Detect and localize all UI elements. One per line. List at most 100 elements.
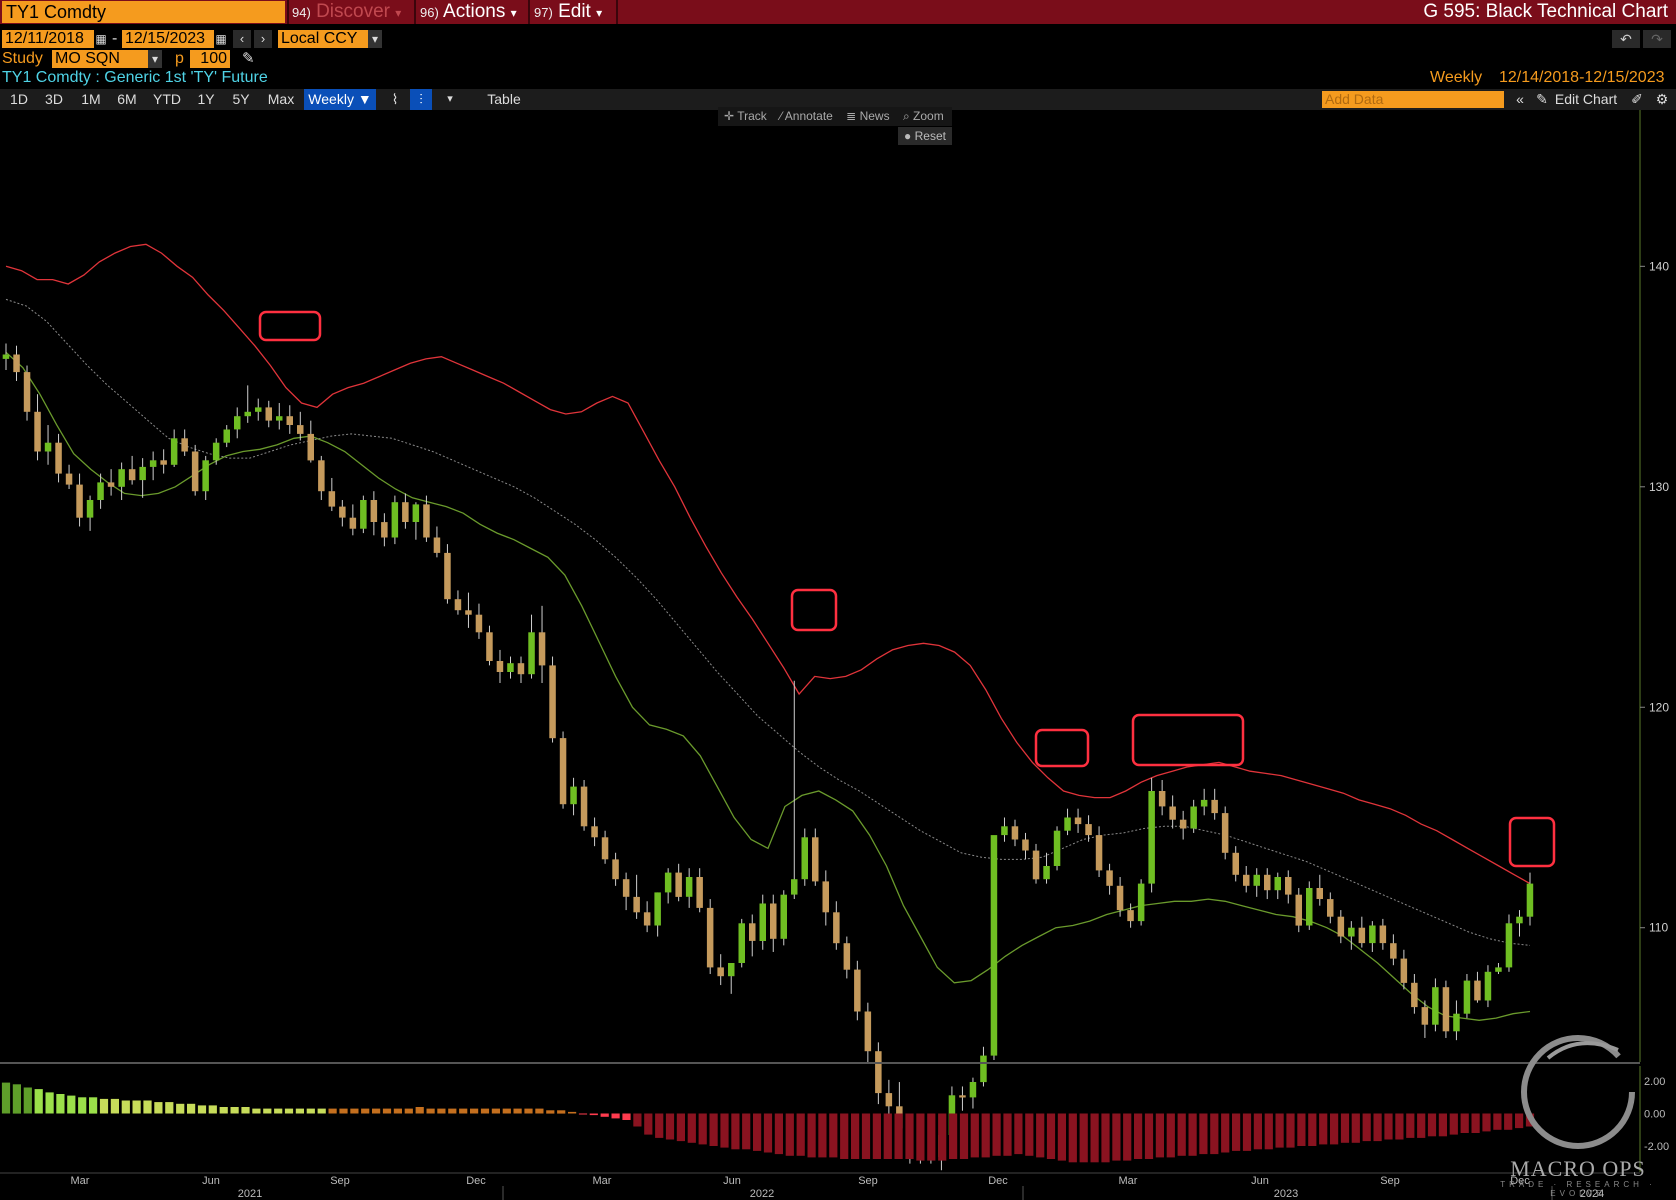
candle-body	[13, 354, 20, 373]
histogram-bar	[1079, 1113, 1088, 1163]
candlestick	[1348, 921, 1355, 950]
candlestick	[1484, 965, 1492, 1008]
candle-body	[1442, 987, 1450, 1032]
histogram-bar	[807, 1113, 816, 1158]
time-axis: Mar Jun Sep Dec Mar Jun Sep Dec Mar Jun Sep Dec2021…	[0, 1172, 1640, 1200]
candle-body	[980, 1055, 987, 1083]
candlestick	[13, 345, 20, 381]
candle-body	[770, 903, 777, 939]
candlestick	[118, 462, 125, 501]
candlestick	[276, 403, 283, 430]
candlestick	[1337, 910, 1345, 944]
candlestick	[1158, 780, 1166, 816]
candle-body	[1032, 850, 1040, 880]
histogram-bar	[698, 1113, 707, 1145]
histogram-bar	[372, 1108, 381, 1114]
candle-body	[559, 738, 567, 805]
histogram-bar	[1177, 1113, 1186, 1156]
candle-body	[1232, 852, 1239, 875]
candlestick	[1137, 879, 1145, 926]
candle-body	[1221, 813, 1229, 853]
month-tick-label: Mar	[593, 1175, 612, 1187]
candle-body	[1169, 806, 1176, 820]
histogram-bar	[861, 1113, 871, 1159]
histogram-bar	[1134, 1113, 1143, 1159]
candle-body	[475, 614, 483, 633]
highlight-box	[1508, 816, 1556, 868]
candlestick	[170, 429, 178, 467]
histogram-bar	[720, 1113, 729, 1148]
candlestick	[1411, 974, 1418, 1014]
candle-body	[160, 460, 167, 465]
candle-body	[1358, 927, 1366, 944]
candlestick	[738, 918, 745, 968]
candlestick	[1169, 795, 1176, 829]
histogram-bar	[1188, 1113, 1197, 1156]
candle-body	[1274, 877, 1281, 891]
candle-body	[990, 835, 998, 1056]
candlestick	[44, 425, 52, 465]
histogram-bar	[1046, 1113, 1056, 1159]
candle-body	[959, 1095, 966, 1098]
candle-body	[65, 473, 73, 485]
candlestick	[1274, 872, 1281, 900]
candlestick	[444, 544, 451, 604]
candle-body	[1011, 826, 1019, 840]
candle-body	[738, 923, 745, 963]
histogram-bar	[415, 1107, 424, 1114]
candle-body	[128, 469, 136, 481]
candlestick	[234, 407, 241, 439]
candle-body	[202, 460, 209, 492]
candlestick	[1453, 1000, 1460, 1041]
price-chart[interactable]: 110 120 130 140 2.000.00-2.00 Mar Jun Sep Dec M…	[0, 0, 1676, 1200]
histogram-bar	[252, 1108, 261, 1114]
candlestick	[517, 656, 525, 684]
histogram-bar	[1090, 1113, 1099, 1163]
histogram-bar	[208, 1105, 217, 1114]
histogram-bar	[350, 1108, 359, 1114]
candlestick	[297, 411, 304, 441]
candle-body	[55, 442, 62, 474]
candle-body	[728, 963, 735, 977]
candlestick	[454, 590, 462, 615]
candlestick	[202, 455, 209, 501]
candlestick	[601, 830, 609, 864]
month-tick-label: Jun	[1251, 1175, 1269, 1187]
histogram-bar	[1155, 1113, 1164, 1158]
candlestick	[1358, 916, 1366, 948]
candle-body	[854, 969, 861, 1012]
month-tick-label: Sep	[330, 1175, 350, 1187]
candle-body	[1453, 1013, 1460, 1032]
histogram-bar	[622, 1113, 631, 1120]
histogram-bar	[1242, 1113, 1252, 1151]
histogram-bar	[840, 1113, 849, 1159]
candle-body	[454, 599, 462, 611]
histogram-bar	[513, 1108, 522, 1114]
histogram-bar	[742, 1113, 751, 1150]
candlestick	[139, 458, 146, 498]
histogram-bar	[241, 1107, 250, 1114]
candlestick	[76, 473, 83, 527]
candlestick	[1221, 806, 1229, 860]
histogram-bar	[949, 1113, 958, 1159]
histogram-bar	[1493, 1113, 1502, 1130]
candlestick	[486, 625, 493, 666]
candlestick	[843, 936, 851, 979]
histogram-bar	[981, 1113, 990, 1158]
candlestick	[538, 605, 546, 684]
macro-ops-logo: MACRO OPS TRADE · RESEARCH · EVOLVE	[1500, 1028, 1652, 1198]
candle-body	[833, 912, 840, 944]
histogram-bar	[426, 1108, 435, 1114]
candlestick	[86, 495, 94, 531]
histogram-bar	[1, 1082, 11, 1114]
upper-band-line	[5, 243, 1531, 885]
candle-body	[1127, 910, 1134, 922]
candlestick	[1074, 808, 1082, 833]
histogram-bar	[1340, 1113, 1350, 1143]
histogram-bar	[197, 1105, 207, 1114]
histogram-bar	[12, 1084, 21, 1114]
candlestick	[1432, 978, 1439, 1032]
candlestick	[465, 592, 472, 628]
candle-body	[149, 460, 157, 467]
candle-body	[1316, 888, 1323, 899]
